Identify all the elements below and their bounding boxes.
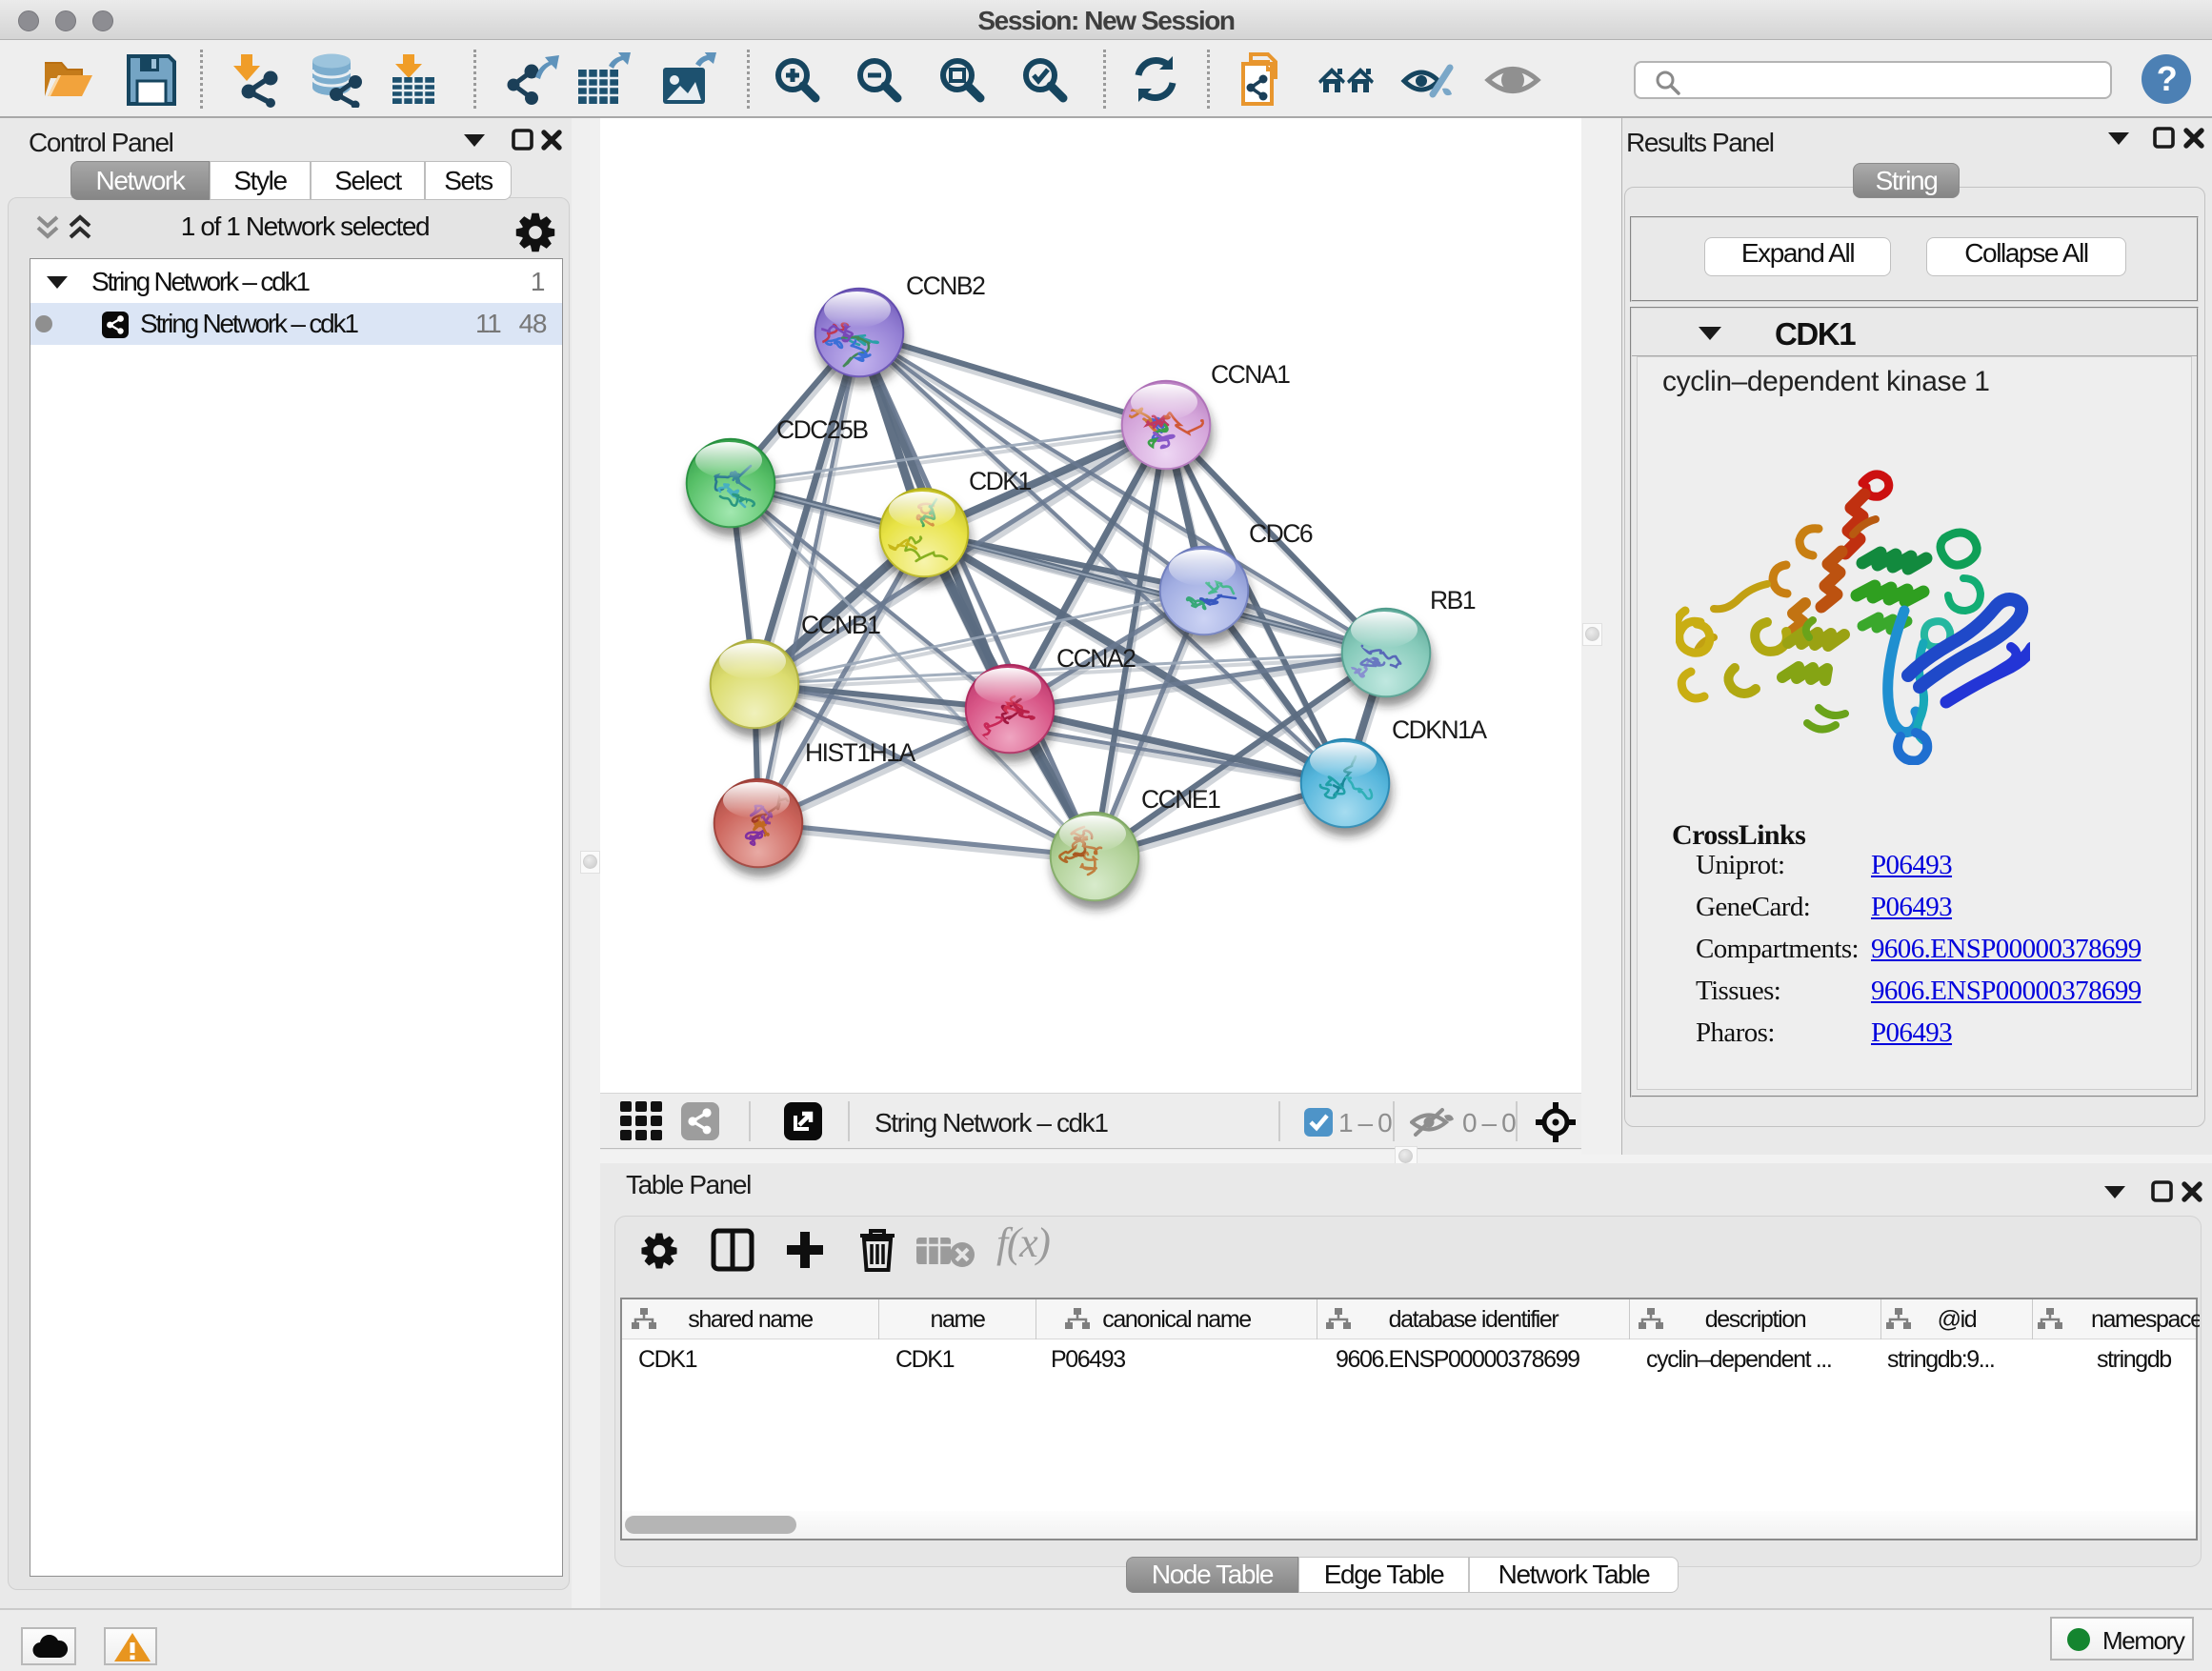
svg-text:CCNB1: CCNB1 (801, 611, 880, 639)
svg-text:CCNE1: CCNE1 (1141, 785, 1220, 814)
svg-text:CDKN1A: CDKN1A (1392, 715, 1487, 744)
svg-text:CDC6: CDC6 (1249, 519, 1313, 548)
svg-text:CCNA2: CCNA2 (1056, 644, 1136, 673)
svg-text:HIST1H1A: HIST1H1A (805, 738, 915, 767)
svg-text:CDC25B: CDC25B (776, 415, 868, 444)
svg-text:CDK1: CDK1 (969, 467, 1031, 495)
svg-text:CCNA1: CCNA1 (1211, 360, 1290, 389)
svg-text:RB1: RB1 (1430, 586, 1476, 614)
svg-text:CCNB2: CCNB2 (906, 272, 985, 300)
